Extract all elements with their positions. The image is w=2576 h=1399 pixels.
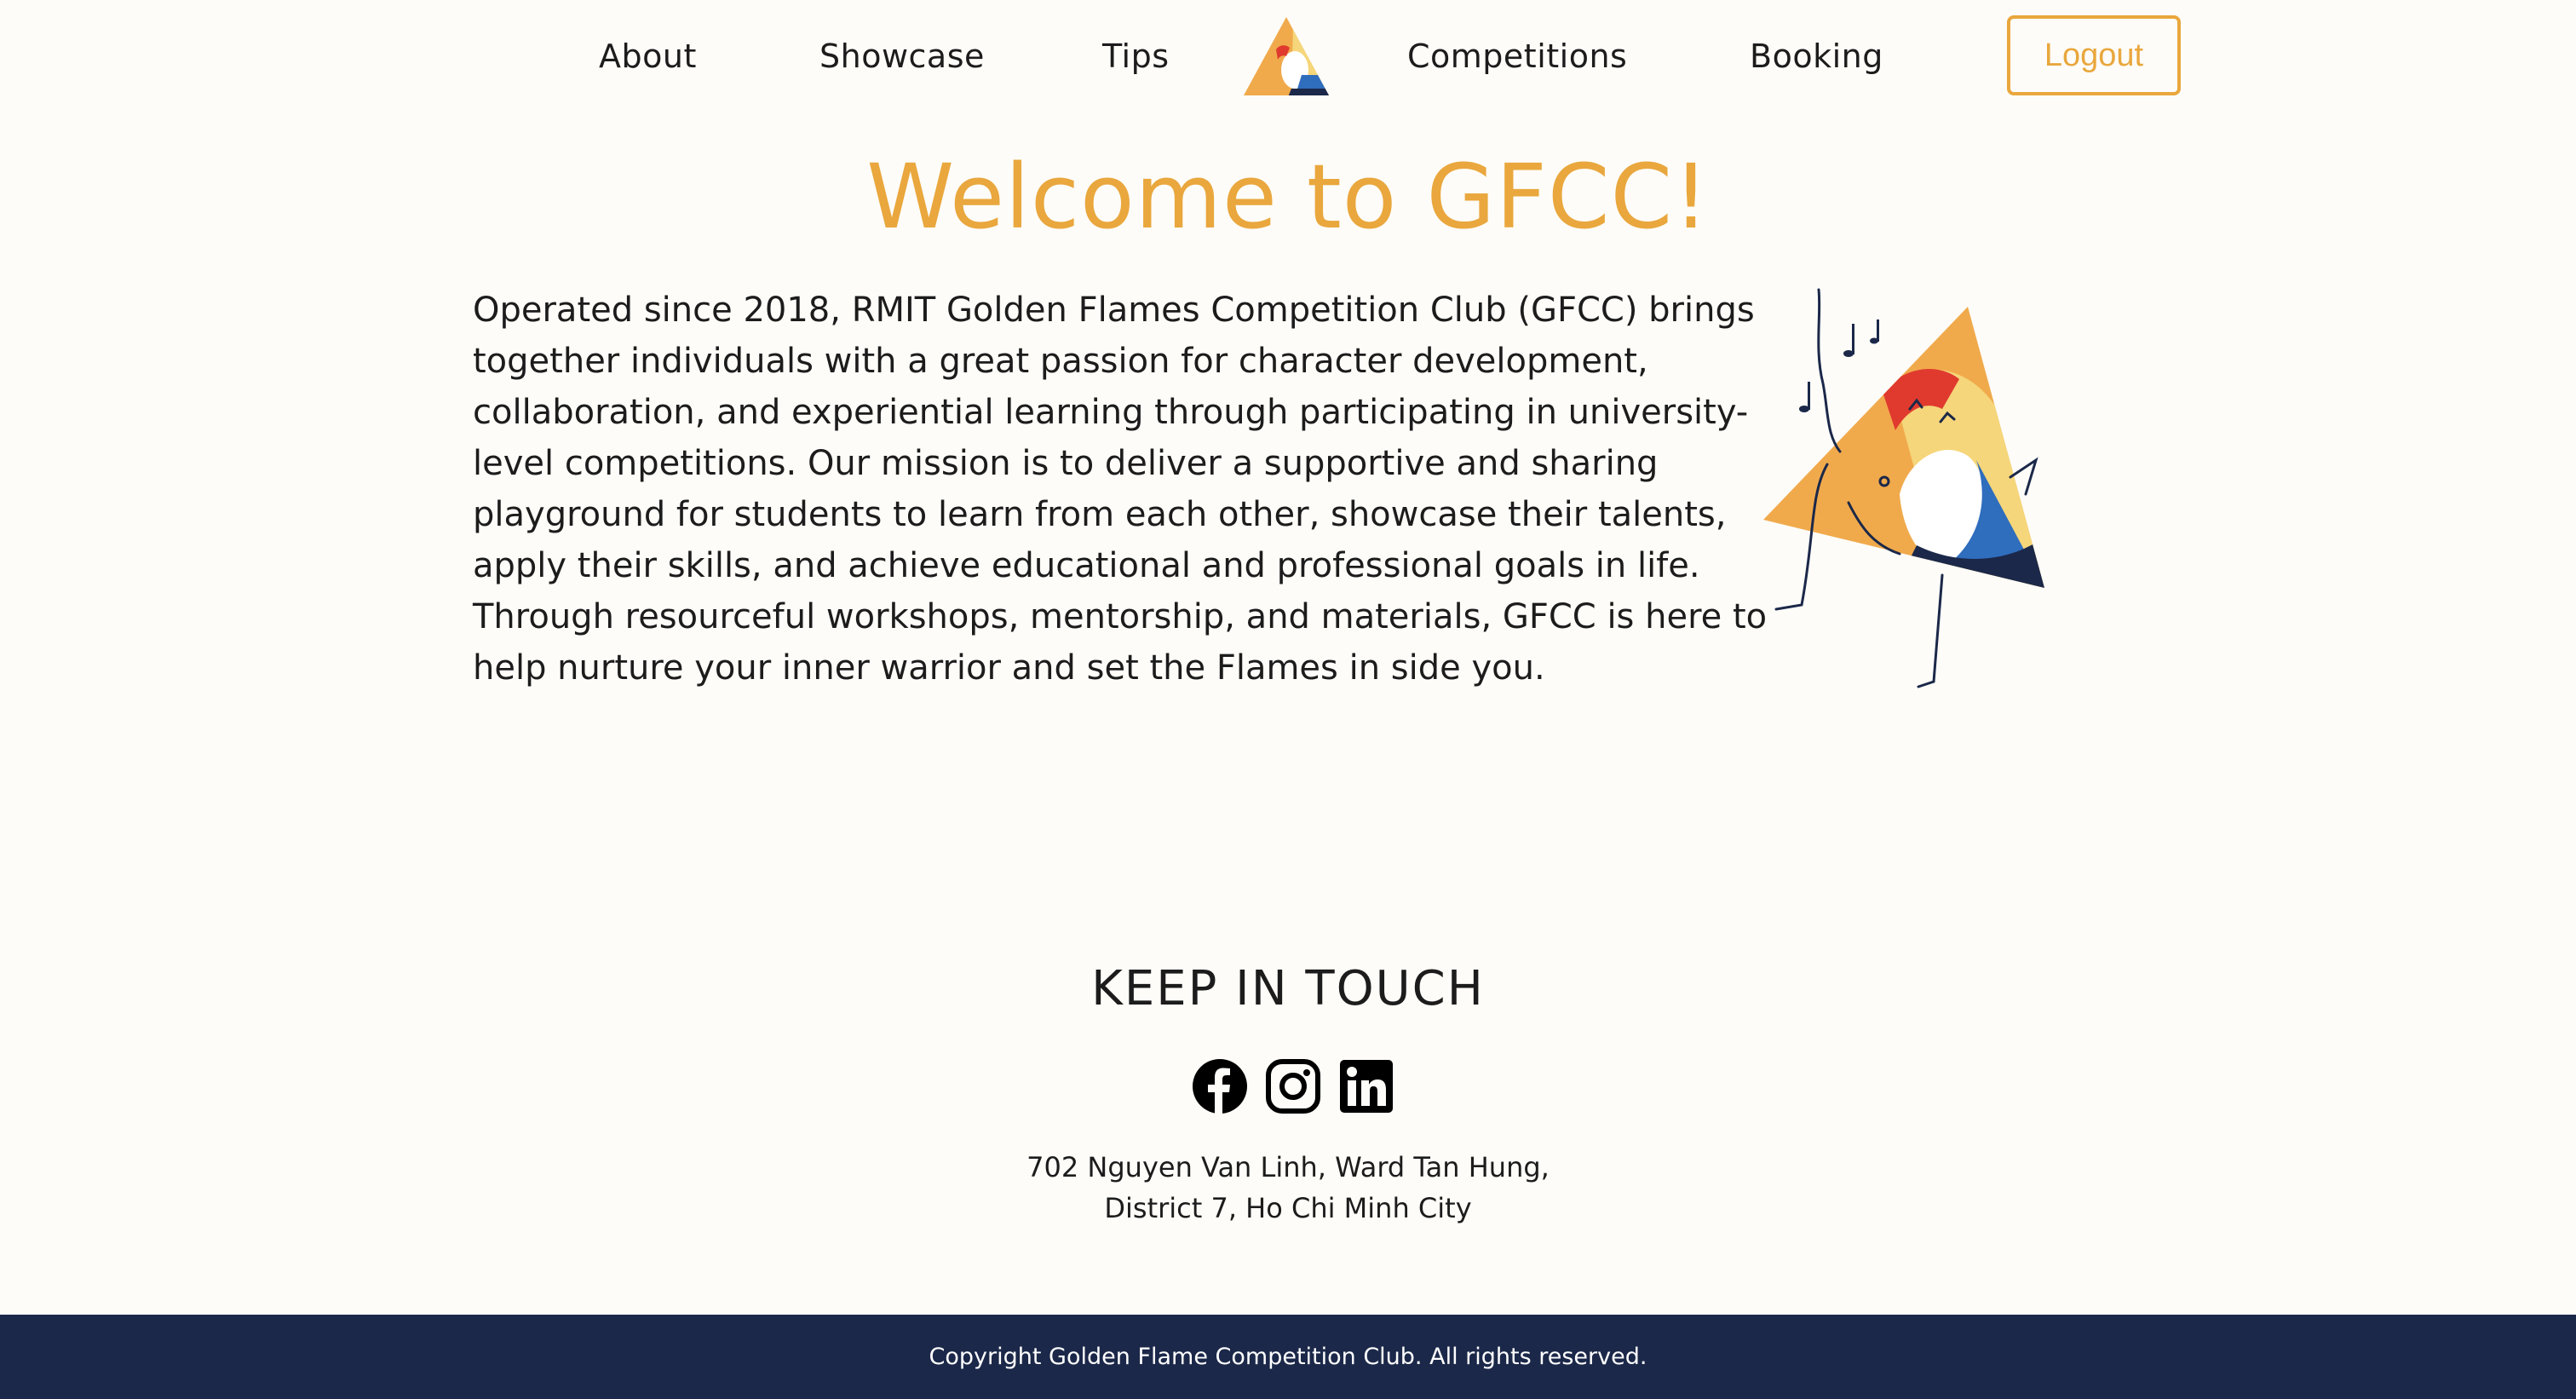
- social-links: [1191, 1056, 1395, 1116]
- nav-showcase[interactable]: Showcase: [819, 31, 985, 82]
- footer-bar: Copyright Golden Flame Competition Club.…: [0, 1315, 2576, 1399]
- linkedin-icon[interactable]: [1338, 1058, 1394, 1114]
- nav-booking[interactable]: Booking: [1750, 31, 1883, 82]
- club-description: Operated since 2018, RMIT Golden Flames …: [473, 291, 1768, 688]
- club-address: 702 Nguyen Van Linh, Ward Tan Hung, Dist…: [0, 1147, 2576, 1229]
- copyright-text: Copyright Golden Flame Competition Club.…: [929, 1344, 1647, 1370]
- address-line-1: 702 Nguyen Van Linh, Ward Tan Hung,: [1026, 1151, 1550, 1183]
- keep-in-touch-title: KEEP IN TOUCH: [1091, 961, 1485, 1016]
- mascot-illustration-icon: [1763, 288, 2044, 688]
- address-line-2: District 7, Ho Chi Minh City: [1104, 1192, 1472, 1224]
- nav-tips[interactable]: Tips: [1102, 31, 1170, 82]
- gfcc-logo-icon[interactable]: [1242, 15, 1331, 97]
- instagram-icon[interactable]: [1265, 1058, 1321, 1114]
- nav-about[interactable]: About: [599, 31, 697, 82]
- page-title: Welcome to GFCC!: [866, 145, 1710, 249]
- nav-competitions[interactable]: Competitions: [1407, 31, 1627, 82]
- top-navigation: About Showcase Tips Competitions Booking…: [0, 0, 2576, 112]
- logout-button[interactable]: Logout: [2007, 15, 2181, 95]
- facebook-icon[interactable]: [1192, 1058, 1248, 1114]
